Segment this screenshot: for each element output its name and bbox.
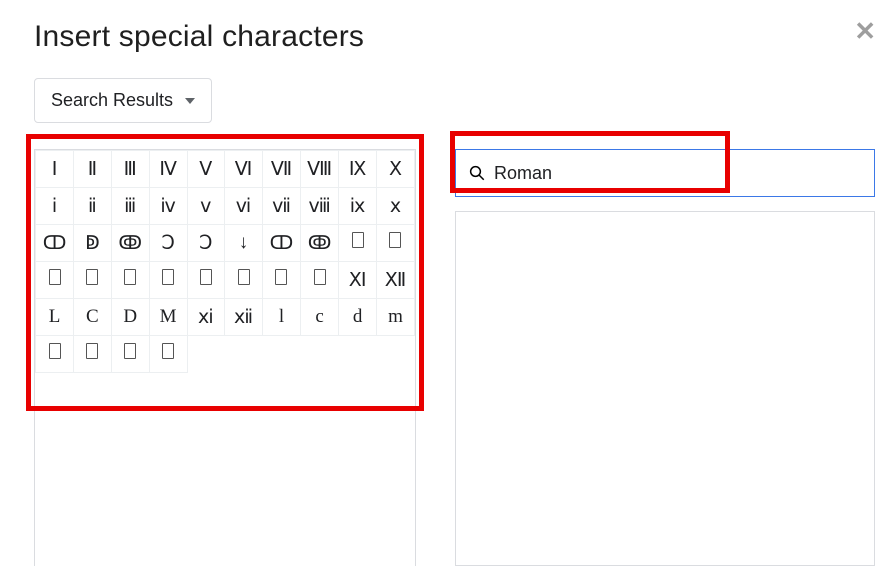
- char-roman-eight[interactable]: Ⅷ: [301, 151, 339, 188]
- char-unknown-glyph[interactable]: [376, 225, 414, 262]
- char-small-roman-one[interactable]: ⅰ: [36, 188, 74, 225]
- char-roman-reversed-c-2[interactable]: Ↄ: [187, 225, 225, 262]
- filter-dropdown-label: Search Results: [51, 90, 173, 111]
- char-unknown-glyph[interactable]: [36, 336, 74, 373]
- char-unknown-glyph[interactable]: [262, 262, 300, 299]
- filter-dropdown[interactable]: Search Results: [34, 78, 212, 123]
- tofu-glyph-icon: [389, 232, 401, 248]
- search-icon: [468, 164, 486, 182]
- char-small-roman-two[interactable]: ⅱ: [74, 188, 112, 225]
- char-roman-reversed-c[interactable]: Ↄ: [149, 225, 187, 262]
- char-unknown-glyph[interactable]: [36, 262, 74, 299]
- tofu-glyph-icon: [162, 343, 174, 359]
- char-small-roman-six[interactable]: ⅵ: [225, 188, 263, 225]
- char-roman-five-thousand[interactable]: ↁ: [74, 225, 112, 262]
- char-unknown-glyph[interactable]: [74, 336, 112, 373]
- char-unknown-glyph[interactable]: [111, 262, 149, 299]
- char-roman-three[interactable]: Ⅲ: [111, 151, 149, 188]
- char-small-roman-eleven[interactable]: ⅺ: [187, 299, 225, 336]
- close-button[interactable]: ✕: [854, 18, 876, 44]
- char-small-roman-five-hundred[interactable]: d: [339, 299, 377, 336]
- tofu-glyph-icon: [275, 269, 287, 285]
- char-roman-hundred[interactable]: C: [74, 299, 112, 336]
- tofu-glyph-icon: [86, 343, 98, 359]
- char-roman-thousand[interactable]: M: [149, 299, 187, 336]
- char-unknown-glyph[interactable]: [187, 262, 225, 299]
- char-roman-seven[interactable]: Ⅶ: [262, 151, 300, 188]
- char-roman-five-hundred[interactable]: D: [111, 299, 149, 336]
- tofu-glyph-icon: [49, 343, 61, 359]
- char-unknown-glyph[interactable]: [339, 225, 377, 262]
- tofu-glyph-icon: [124, 343, 136, 359]
- char-small-roman-eight[interactable]: ⅷ: [301, 188, 339, 225]
- char-small-roman-five[interactable]: ⅴ: [187, 188, 225, 225]
- char-roman-nine[interactable]: Ⅸ: [339, 151, 377, 188]
- char-roman-fifty[interactable]: L: [36, 299, 74, 336]
- character-results-panel: ⅠⅡⅢⅣⅤⅥⅦⅧⅨⅩⅰⅱⅲⅳⅴⅵⅶⅷⅸⅹↀↁↂↃↃ↓ↀↂⅪⅫLCDMⅺⅻlcdm: [34, 149, 416, 543]
- char-unknown-glyph[interactable]: [74, 262, 112, 299]
- close-icon: ✕: [854, 16, 876, 46]
- tofu-glyph-icon: [49, 269, 61, 285]
- char-unknown-glyph[interactable]: [111, 336, 149, 373]
- char-roman-eleven[interactable]: Ⅺ: [339, 262, 377, 299]
- char-roman-one-thousand-cd-2[interactable]: ↀ: [262, 225, 300, 262]
- tofu-glyph-icon: [314, 269, 326, 285]
- search-field-wrapper[interactable]: [455, 149, 875, 197]
- char-unknown-glyph[interactable]: [149, 262, 187, 299]
- char-unknown-glyph[interactable]: [301, 262, 339, 299]
- tofu-glyph-icon: [86, 269, 98, 285]
- tofu-glyph-icon: [162, 269, 174, 285]
- char-roman-two[interactable]: Ⅱ: [74, 151, 112, 188]
- char-small-roman-four[interactable]: ⅳ: [149, 188, 187, 225]
- char-roman-five[interactable]: Ⅴ: [187, 151, 225, 188]
- draw-character-panel[interactable]: [455, 211, 875, 566]
- char-small-roman-nine[interactable]: ⅸ: [339, 188, 377, 225]
- char-small-roman-hundred[interactable]: c: [301, 299, 339, 336]
- tofu-glyph-icon: [200, 269, 212, 285]
- char-roman-ten[interactable]: Ⅹ: [376, 151, 414, 188]
- char-roman-six[interactable]: Ⅵ: [225, 151, 263, 188]
- tofu-glyph-icon: [352, 232, 364, 248]
- char-roman-one[interactable]: Ⅰ: [36, 151, 74, 188]
- tofu-glyph-icon: [238, 269, 250, 285]
- char-unknown-glyph[interactable]: [225, 262, 263, 299]
- char-roman-twelve[interactable]: Ⅻ: [376, 262, 414, 299]
- char-downwards-arrow[interactable]: ↓: [225, 225, 263, 262]
- insert-special-characters-dialog: ✕ Insert special characters Search Resul…: [0, 0, 894, 566]
- char-small-roman-fifty[interactable]: l: [262, 299, 300, 336]
- char-unknown-glyph[interactable]: [149, 336, 187, 373]
- char-small-roman-thousand[interactable]: m: [376, 299, 414, 336]
- char-roman-ten-thousand-2[interactable]: ↂ: [301, 225, 339, 262]
- char-small-roman-ten[interactable]: ⅹ: [376, 188, 414, 225]
- character-grid: ⅠⅡⅢⅣⅤⅥⅦⅧⅨⅩⅰⅱⅲⅳⅴⅵⅶⅷⅸⅹↀↁↂↃↃ↓ↀↂⅪⅫLCDMⅺⅻlcdm: [35, 150, 415, 373]
- char-small-roman-twelve[interactable]: ⅻ: [225, 299, 263, 336]
- search-input[interactable]: [494, 163, 862, 184]
- char-small-roman-seven[interactable]: ⅶ: [262, 188, 300, 225]
- char-small-roman-three[interactable]: ⅲ: [111, 188, 149, 225]
- dialog-title: Insert special characters: [34, 20, 364, 54]
- tofu-glyph-icon: [124, 269, 136, 285]
- char-roman-four[interactable]: Ⅳ: [149, 151, 187, 188]
- chevron-down-icon: [185, 98, 195, 104]
- char-roman-one-thousand-cd[interactable]: ↀ: [36, 225, 74, 262]
- char-roman-ten-thousand[interactable]: ↂ: [111, 225, 149, 262]
